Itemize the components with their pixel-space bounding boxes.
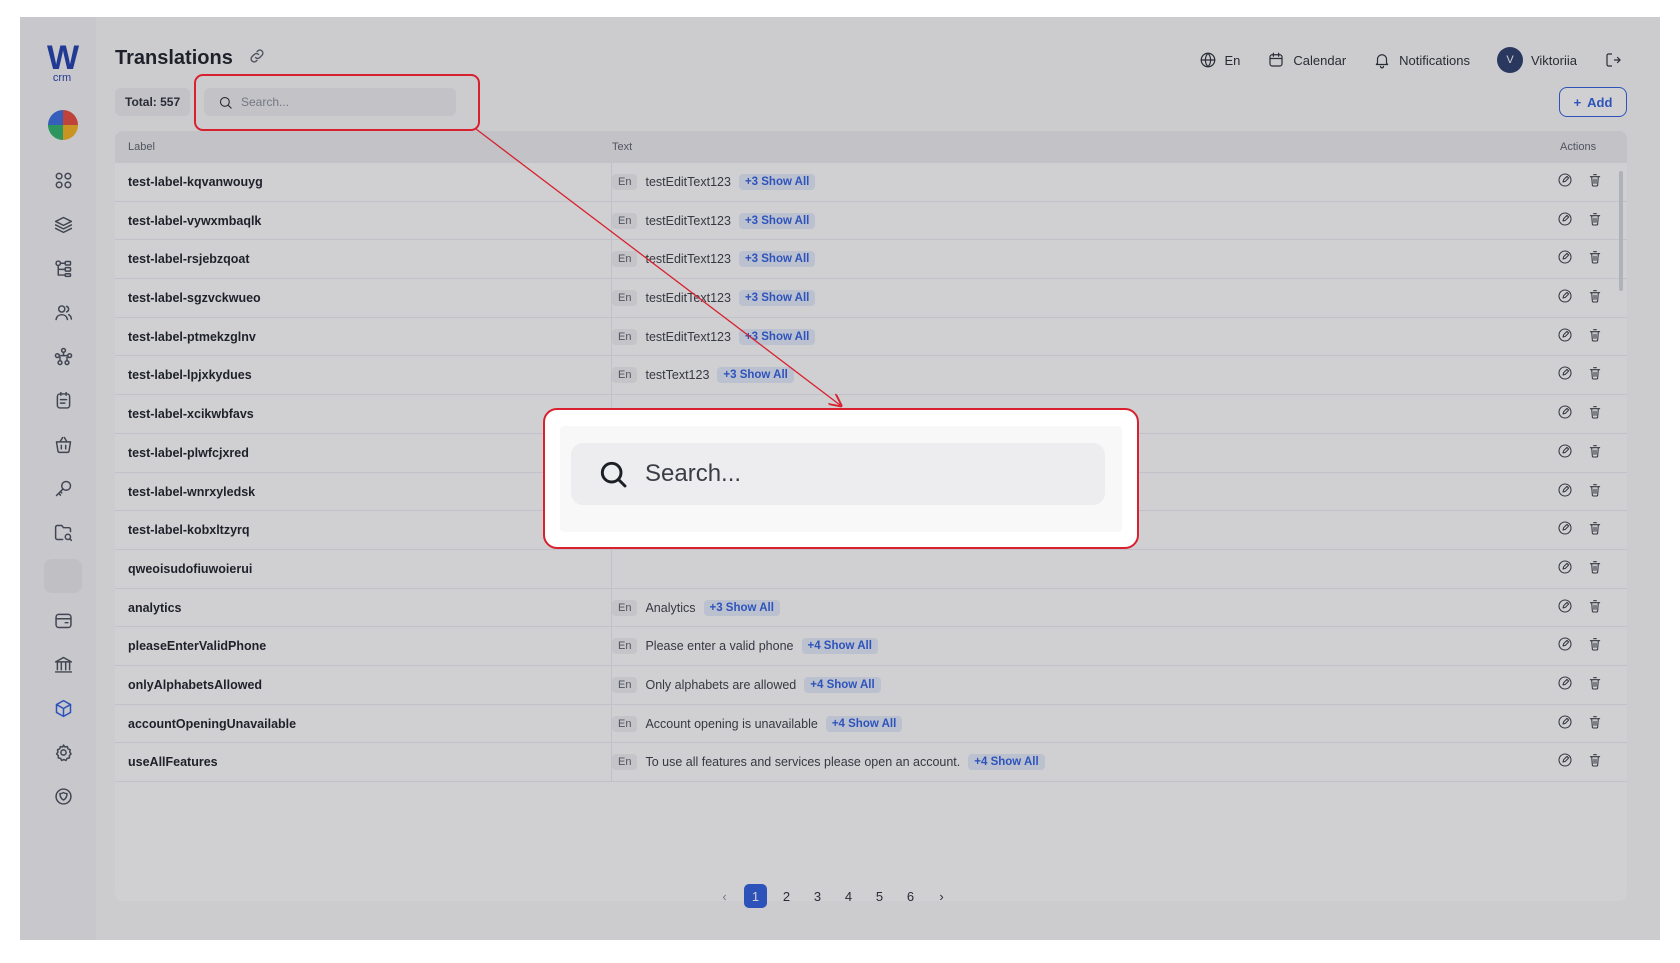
search-placeholder-zoomed: Search...: [645, 460, 742, 487]
search-zoom-callout: Search...: [543, 408, 1139, 549]
app-window: W crm Translations En Calendar Notificat…: [20, 17, 1660, 940]
search-icon: [600, 461, 627, 488]
search-highlight-box: [194, 74, 480, 131]
callout-panel: Search...: [560, 426, 1122, 532]
search-input-zoomed[interactable]: Search...: [571, 443, 1105, 505]
